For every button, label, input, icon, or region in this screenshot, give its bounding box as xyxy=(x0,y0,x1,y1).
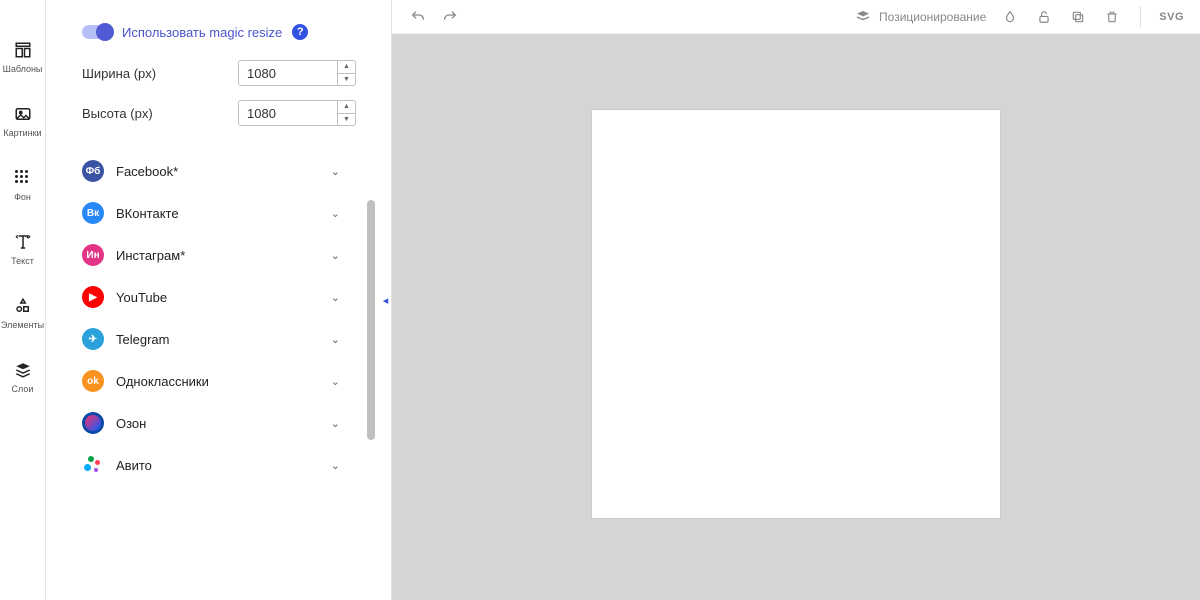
preset-avito[interactable]: Авито⌄ xyxy=(82,444,340,486)
chevron-down-icon: ⌄ xyxy=(331,207,340,220)
telegram-icon: ✈ xyxy=(82,328,104,350)
left-rail: Шаблоны Картинки Фон Текст Элементы Слои xyxy=(0,0,46,600)
canvas-background[interactable] xyxy=(392,34,1200,600)
preset-vk[interactable]: ВкВКонтакте⌄ xyxy=(82,192,340,234)
chevron-down-icon: ⌄ xyxy=(331,291,340,304)
canvas-toolbar: Позиционирование SVG xyxy=(392,0,1200,34)
sidebar-panel: Использовать magic resize ? Ширина (px) … xyxy=(46,0,380,600)
vk-icon: Вк xyxy=(82,202,104,224)
preset-youtube[interactable]: ▶YouTube⌄ xyxy=(82,276,340,318)
delete-icon[interactable] xyxy=(1102,7,1122,27)
drop-icon[interactable] xyxy=(1000,7,1020,27)
preset-instagram[interactable]: ИнИнстаграм*⌄ xyxy=(82,234,340,276)
chevron-down-icon: ⌄ xyxy=(331,417,340,430)
artboard[interactable] xyxy=(592,110,1000,518)
svg-export-button[interactable]: SVG xyxy=(1159,11,1184,23)
avito-icon xyxy=(82,454,104,476)
toolbar-divider xyxy=(1140,6,1141,28)
chevron-down-icon: ⌄ xyxy=(331,249,340,262)
width-label: Ширина (px) xyxy=(82,66,156,81)
copy-icon[interactable] xyxy=(1068,7,1088,27)
redo-button[interactable] xyxy=(440,7,460,27)
height-input[interactable] xyxy=(238,100,338,126)
chevron-down-icon[interactable]: ▼ xyxy=(338,114,355,126)
height-label: Высота (px) xyxy=(82,106,153,121)
image-icon xyxy=(13,104,33,124)
ozon-icon xyxy=(82,412,104,434)
canvas-area: Позиционирование SVG xyxy=(392,0,1200,600)
youtube-icon: ▶ xyxy=(82,286,104,308)
rail-elements[interactable]: Элементы xyxy=(0,296,45,330)
presets-list: ФбFacebook*⌄ ВкВКонтакте⌄ ИнИнстаграм*⌄ … xyxy=(82,150,356,486)
templates-icon xyxy=(13,40,33,60)
chevron-down-icon: ⌄ xyxy=(331,459,340,472)
chevron-up-icon[interactable]: ▲ xyxy=(338,61,355,74)
rail-images[interactable]: Картинки xyxy=(0,104,45,138)
lock-icon[interactable] xyxy=(1034,7,1054,27)
ok-icon: ok xyxy=(82,370,104,392)
background-icon xyxy=(13,168,33,188)
text-icon xyxy=(13,232,33,252)
width-input[interactable] xyxy=(238,60,338,86)
rail-background[interactable]: Фон xyxy=(0,168,45,202)
facebook-icon: Фб xyxy=(82,160,104,182)
rail-text[interactable]: Текст xyxy=(0,232,45,266)
undo-button[interactable] xyxy=(408,7,428,27)
chevron-down-icon: ⌄ xyxy=(331,333,340,346)
chevron-down-icon[interactable]: ▼ xyxy=(338,74,355,86)
preset-facebook[interactable]: ФбFacebook*⌄ xyxy=(82,150,340,192)
collapse-sidebar-handle[interactable]: ◂ xyxy=(380,0,392,600)
elements-icon xyxy=(13,296,33,316)
rail-templates[interactable]: Шаблоны xyxy=(0,40,45,74)
preset-telegram[interactable]: ✈Telegram⌄ xyxy=(82,318,340,360)
width-stepper[interactable]: ▲▼ xyxy=(338,60,356,86)
magic-resize-toggle[interactable] xyxy=(82,25,112,39)
positioning-label[interactable]: Позиционирование xyxy=(879,10,986,24)
chevron-up-icon[interactable]: ▲ xyxy=(338,101,355,114)
chevron-left-icon: ◂ xyxy=(383,294,389,307)
preset-ozon[interactable]: Озон⌄ xyxy=(82,402,340,444)
rail-layers[interactable]: Слои xyxy=(0,360,45,394)
chevron-down-icon: ⌄ xyxy=(331,165,340,178)
layers-icon xyxy=(13,360,33,380)
sidebar-scrollbar[interactable] xyxy=(364,200,380,600)
magic-resize-label: Использовать magic resize xyxy=(122,25,282,40)
instagram-icon: Ин xyxy=(82,244,104,266)
height-stepper[interactable]: ▲▼ xyxy=(338,100,356,126)
chevron-down-icon: ⌄ xyxy=(331,375,340,388)
preset-ok[interactable]: okОдноклассники⌄ xyxy=(82,360,340,402)
help-icon[interactable]: ? xyxy=(292,24,308,40)
positioning-icon[interactable] xyxy=(853,7,873,27)
